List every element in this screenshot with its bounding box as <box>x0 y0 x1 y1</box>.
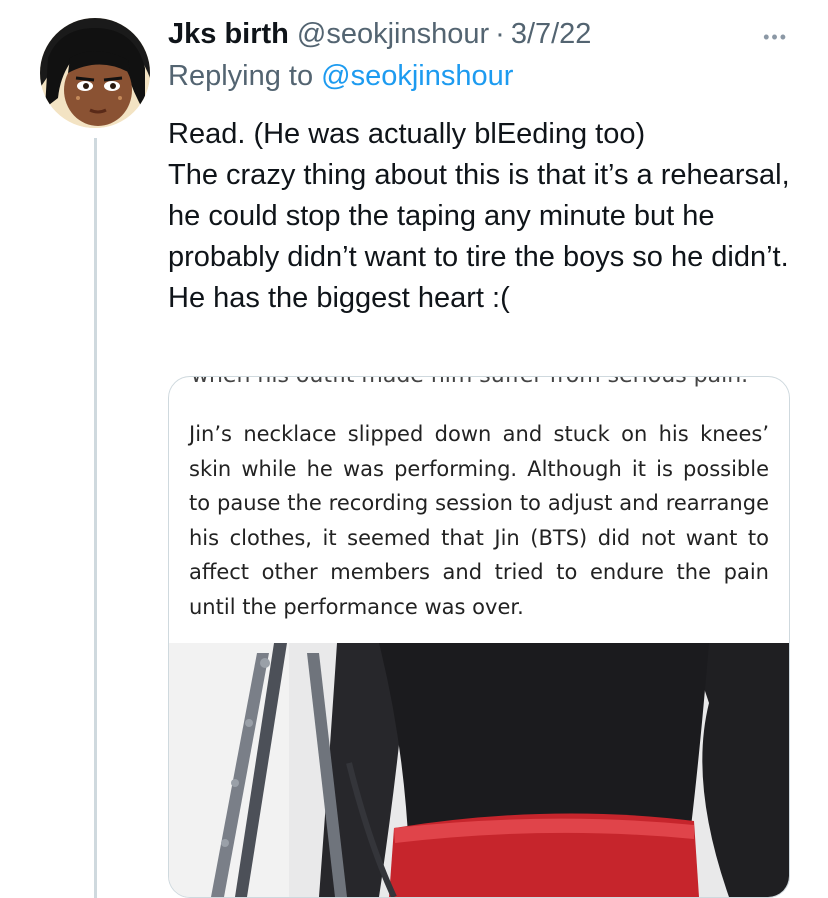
replying-to: Replying to @seokjinshour <box>168 60 513 93</box>
media-attachment[interactable]: when his outfit made him suffer from ser… <box>168 376 790 898</box>
separator-dot: · <box>495 17 505 50</box>
more-horizontal-icon[interactable]: ••• <box>763 28 788 46</box>
replying-to-mention[interactable]: @seokjinshour <box>321 60 513 92</box>
user-handle[interactable]: @seokjinshour <box>297 18 489 51</box>
thread-connector-line <box>94 138 97 898</box>
avatar-illustration <box>40 18 150 128</box>
tweet-header: Jks birth @seokjinshour · 3/7/22 <box>168 14 788 54</box>
article-text: Jin’s necklace slipped down and stuck on… <box>189 422 769 619</box>
tweet-date[interactable]: 3/7/22 <box>511 18 592 51</box>
avatar[interactable] <box>40 18 150 128</box>
article-clipped-line: when his outfit made him suffer from ser… <box>191 377 748 388</box>
tweet-text: Read. (He was actually blEeding too) The… <box>168 118 790 314</box>
performance-photo <box>169 643 789 897</box>
display-name[interactable]: Jks birth <box>168 18 289 51</box>
replying-prefix: Replying to <box>168 60 314 92</box>
